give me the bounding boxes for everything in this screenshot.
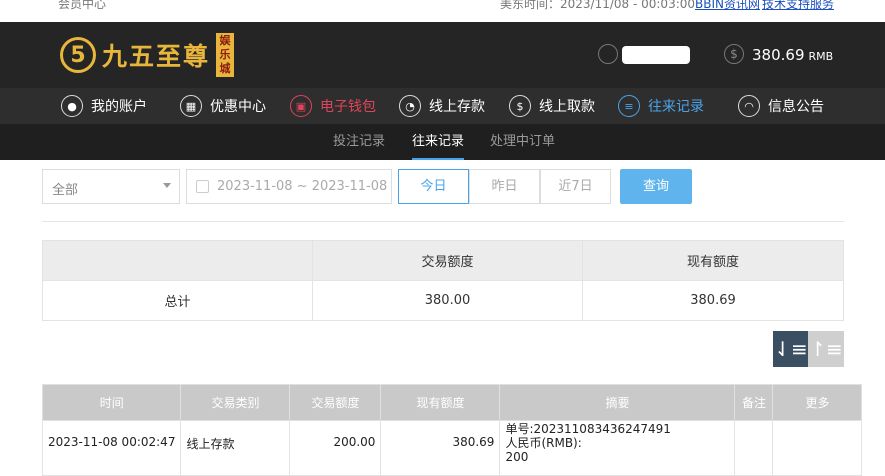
nav-label: 信息公告 [768,99,824,115]
chevron-down-icon [163,183,171,188]
sub-nav: 投注记录 往来记录 处理中订单 [0,124,885,160]
date-range-input[interactable]: 2023-11-08 ~ 2023-11-08 [186,169,392,204]
cell-transaction-type: 线上存款 [180,420,291,476]
header-note: 备注 [734,384,774,421]
site-logo[interactable]: 5 九五至尊 娱 乐 城 [60,30,235,80]
nav-online-withdraw[interactable]: $ 线上取款 [509,88,595,124]
nav-online-deposit[interactable]: ◔ 线上存款 [399,88,485,124]
gift-icon: ▦ [180,95,202,117]
nav-my-account[interactable]: ● 我的账户 [61,88,147,124]
nav-label: 线上取款 [539,99,595,115]
memo-currency: 人民币(RMB): [505,436,582,450]
summary-header-row: 交易额度 现有额度 [42,240,844,281]
memo-amount: 200 [505,450,529,464]
header-current-balance: 现有额度 [380,384,501,421]
nav-label: 线上存款 [429,99,485,115]
sort-desc-icon: ⇃≡ [774,337,808,361]
user-avatar-icon[interactable] [598,44,618,64]
calendar-icon [196,180,209,193]
bbin-info-link[interactable]: BBIN资讯网 [695,0,760,12]
user-icon: ● [61,95,83,117]
withdraw-icon: $ [509,95,531,117]
nav-label: 优惠中心 [210,99,266,115]
divider [42,221,844,222]
logo-seal: 娱 乐 城 [216,33,235,77]
tab-bet-records[interactable]: 投注记录 [333,124,385,160]
yesterday-button[interactable]: 昨日 [469,169,540,204]
main-nav: ● 我的账户 ▦ 优惠中心 ▣ 电子钱包 ◔ 线上存款 $ 线上取款 ≡ 往来记录 ◠ 信息公… [0,88,885,124]
currency-label: RMB [808,50,834,63]
logo-seal-char: 乐 [219,48,231,61]
member-center-link[interactable]: 会员中心 [58,0,106,12]
nav-label: 电子钱包 [320,99,376,115]
last-7-days-button[interactable]: 近7日 [540,169,611,204]
today-button[interactable]: 今日 [398,169,469,204]
balance-value: 380.69 [752,46,805,64]
summary-header-cell [42,240,313,281]
summary-total-label: 总计 [42,280,313,321]
coin-icon: $ [724,44,744,64]
records-icon: ≡ [618,95,640,117]
eastern-time-label: 美东时间：2023/11/08 - 00:03:00 [500,0,696,11]
cell-current-balance: 380.69 [380,420,501,476]
username-redacted [622,46,690,64]
header-transaction-amount: 交易额度 [289,384,382,421]
logo-text: 九五至尊 [102,42,211,71]
header-transaction-type: 交易类别 [180,384,291,421]
records-table: 时间 交易类别 交易额度 现有额度 摘要 备注 更多 2023-11-08 00… [41,384,863,476]
logo-mark-icon: 5 [60,37,96,73]
sort-asc-icon: ↾≡ [809,337,843,361]
memo-order-number: 单号:202311083436247491 [505,422,671,436]
logo-seal-char: 城 [219,62,231,75]
summary-table: 交易额度 现有额度 总计 380.00 380.69 [42,240,844,321]
header-memo: 摘要 [499,384,736,421]
tab-transaction-records[interactable]: 往来记录 [412,124,465,160]
nav-promotions[interactable]: ▦ 优惠中心 [180,88,266,124]
account-balance: 380.69 RMB [752,46,833,64]
site-header: 5 九五至尊 娱 乐 城 $ 380.69 RMB [0,22,885,88]
cell-memo: 单号:202311083436247491 人民币(RMB): 200 [499,420,736,476]
header-more: 更多 [772,384,863,421]
cell-note [734,420,774,476]
nav-announcements[interactable]: ◠ 信息公告 [738,88,824,124]
tech-support-link[interactable]: 技术支持服务 [762,0,834,12]
deposit-icon: ◔ [399,95,421,117]
bell-icon: ◠ [738,95,760,117]
summary-current-balance: 380.69 [582,280,844,321]
records-header-row: 时间 交易类别 交易额度 现有额度 摘要 备注 更多 [41,384,863,421]
nav-transaction-records[interactable]: ≡ 往来记录 [618,88,704,124]
summary-transaction-amount: 380.00 [312,280,583,321]
wallet-icon: ▣ [290,95,312,117]
table-row: 2023-11-08 00:02:47 线上存款 200.00 380.69 单… [41,420,863,476]
nav-label: 往来记录 [648,99,704,115]
cell-time: 2023-11-08 00:02:47 [41,420,182,476]
summary-row: 总计 380.00 380.69 [42,280,844,321]
header-time: 时间 [41,384,182,421]
cell-more[interactable] [772,420,863,476]
logo-seal-char: 娱 [219,34,231,47]
date-range-value: 2023-11-08 ~ 2023-11-08 [217,179,388,194]
search-button[interactable]: 查询 [620,169,692,204]
nav-label: 我的账户 [91,99,147,115]
sort-descending-button[interactable]: ⇃≡ [773,331,809,367]
nav-e-wallet[interactable]: ▣ 电子钱包 [290,88,376,124]
summary-header-cell: 现有额度 [582,240,844,281]
category-select[interactable]: 全部 [42,169,180,204]
category-select-value: 全部 [52,183,79,198]
cell-transaction-amount: 200.00 [289,420,382,476]
sort-ascending-button[interactable]: ↾≡ [808,331,844,367]
summary-header-cell: 交易额度 [312,240,583,281]
tab-pending-orders[interactable]: 处理中订单 [490,124,555,160]
top-bar: 会员中心 美东时间：2023/11/08 - 00:03:00 BBIN资讯网 … [0,0,885,22]
